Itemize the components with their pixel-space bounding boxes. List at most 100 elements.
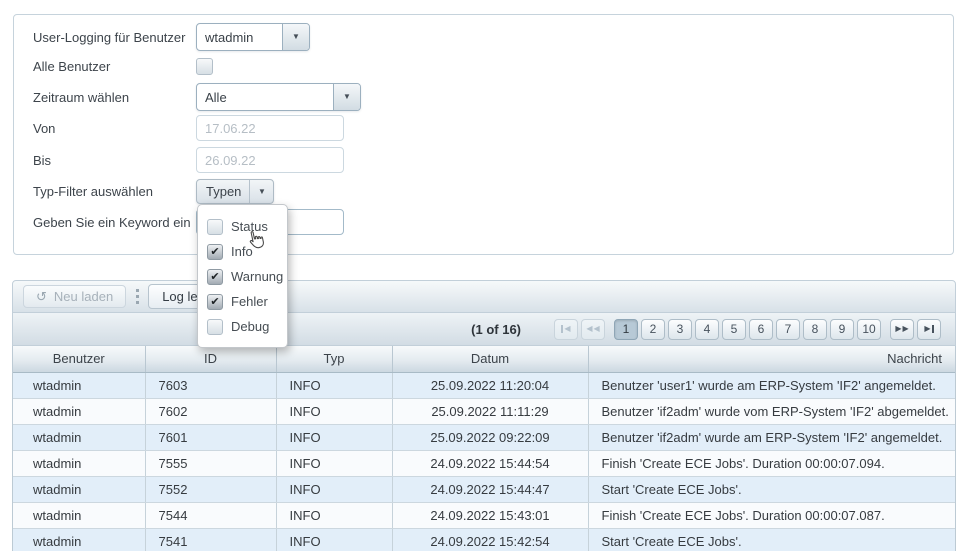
chevron-down-icon: ▼ — [292, 33, 300, 41]
cell-typ: INFO — [276, 398, 392, 424]
column-header-benutzer[interactable]: Benutzer — [13, 346, 145, 372]
user-dropdown-value: wtadmin — [197, 24, 282, 50]
page-button-2[interactable]: 2 — [641, 319, 665, 340]
bis-label: Bis — [33, 153, 196, 168]
page-button-10[interactable]: 10 — [857, 319, 881, 340]
info-checkbox[interactable]: ✔ — [207, 244, 223, 260]
cell-datum: 25.09.2022 11:11:29 — [392, 398, 588, 424]
zeitraum-dropdown-value: Alle — [197, 84, 333, 110]
table-row[interactable]: wtadmin 7544 INFO 24.09.2022 15:43:01 Fi… — [13, 502, 955, 528]
form-row-typ-filter: Typ-Filter auswählen Typen ▼ — [33, 179, 943, 204]
cell-nachricht: Start 'Create ECE Jobs'. — [588, 528, 955, 551]
column-header-id[interactable]: ID — [145, 346, 276, 372]
check-icon: ✔ — [210, 295, 219, 308]
menu-item-label: Debug — [231, 319, 269, 334]
von-label: Von — [33, 121, 196, 136]
page-button-4[interactable]: 4 — [695, 319, 719, 340]
cell-datum: 24.09.2022 15:44:47 — [392, 476, 588, 502]
page-button-1[interactable]: 1 — [614, 319, 638, 340]
status-checkbox[interactable]: ✔ — [207, 219, 223, 235]
cell-benutzer: wtadmin — [13, 424, 145, 450]
page-button-7[interactable]: 7 — [776, 319, 800, 340]
cell-id: 7603 — [145, 372, 276, 398]
next-page-icon: ▶▶ — [895, 325, 908, 333]
cell-nachricht: Benutzer 'if2adm' wurde vom ERP-System '… — [588, 398, 955, 424]
cell-datum: 24.09.2022 15:42:54 — [392, 528, 588, 551]
typ-filter-trigger[interactable]: ▼ — [249, 180, 273, 203]
cell-typ: INFO — [276, 424, 392, 450]
cell-id: 7555 — [145, 450, 276, 476]
page-button-9[interactable]: 9 — [830, 319, 854, 340]
toolbar-separator — [136, 289, 139, 304]
menu-item-label: Fehler — [231, 294, 268, 309]
zeitraum-label: Zeitraum wählen — [33, 90, 196, 105]
table-row[interactable]: wtadmin 7552 INFO 24.09.2022 15:44:47 St… — [13, 476, 955, 502]
form-row-bis: Bis — [33, 147, 943, 173]
debug-checkbox[interactable]: ✔ — [207, 319, 223, 335]
von-date-input — [196, 115, 344, 141]
table-row[interactable]: wtadmin 7555 INFO 24.09.2022 15:44:54 Fi… — [13, 450, 955, 476]
keyword-label: Geben Sie ein Keyword ein — [33, 215, 196, 230]
form-row-alle-benutzer: Alle Benutzer ✔ — [33, 57, 943, 75]
last-page-icon: ▶ — [924, 325, 933, 333]
menu-item-debug[interactable]: ✔ Debug — [207, 314, 287, 339]
warnung-checkbox[interactable]: ✔ — [207, 269, 223, 285]
check-icon: ✔ — [210, 245, 219, 258]
check-icon: ✔ — [210, 270, 219, 283]
typ-filter-label: Typ-Filter auswählen — [33, 184, 196, 199]
cell-id: 7602 — [145, 398, 276, 424]
column-header-typ[interactable]: Typ — [276, 346, 392, 372]
paginator-status: (1 of 16) — [471, 322, 521, 337]
page-button-3[interactable]: 3 — [668, 319, 692, 340]
form-row-von: Von — [33, 115, 943, 141]
cell-nachricht: Start 'Create ECE Jobs'. — [588, 476, 955, 502]
cell-benutzer: wtadmin — [13, 398, 145, 424]
hand-cursor-icon — [245, 229, 268, 257]
paginator: (1 of 16) ◀ ◀◀ 1 2 3 4 5 6 7 8 9 10 ▶▶ ▶ — [12, 313, 956, 346]
cell-id: 7544 — [145, 502, 276, 528]
user-logging-filter-panel: User-Logging für Benutzer wtadmin ▼ Alle… — [13, 14, 954, 255]
page-button-5[interactable]: 5 — [722, 319, 746, 340]
zeitraum-dropdown-trigger[interactable]: ▼ — [333, 84, 360, 110]
menu-item-fehler[interactable]: ✔ Fehler — [207, 289, 287, 314]
column-header-nachricht[interactable]: Nachricht — [588, 346, 955, 372]
zeitraum-dropdown[interactable]: Alle ▼ — [196, 83, 361, 111]
page-button-8[interactable]: 8 — [803, 319, 827, 340]
menu-item-label: Warnung — [231, 269, 283, 284]
table-row[interactable]: wtadmin 7603 INFO 25.09.2022 11:20:04 Be… — [13, 372, 955, 398]
cell-datum: 24.09.2022 15:43:01 — [392, 502, 588, 528]
next-page-button[interactable]: ▶▶ — [890, 319, 914, 340]
cell-datum: 25.09.2022 11:20:04 — [392, 372, 588, 398]
cell-typ: INFO — [276, 450, 392, 476]
typ-filter-multiselect[interactable]: Typen ▼ — [196, 179, 274, 204]
table-row[interactable]: wtadmin 7601 INFO 25.09.2022 09:22:09 Be… — [13, 424, 955, 450]
table-row[interactable]: wtadmin 7602 INFO 25.09.2022 11:11:29 Be… — [13, 398, 955, 424]
user-logging-label: User-Logging für Benutzer — [33, 30, 196, 45]
reload-button: ↺ Neu laden — [23, 285, 126, 308]
alle-benutzer-label: Alle Benutzer — [33, 59, 196, 74]
table-header-row: Benutzer ID Typ Datum Nachricht — [13, 346, 955, 372]
chevron-down-icon: ▼ — [343, 93, 351, 101]
cell-id: 7552 — [145, 476, 276, 502]
cell-typ: INFO — [276, 502, 392, 528]
fehler-checkbox[interactable]: ✔ — [207, 294, 223, 310]
table-row[interactable]: wtadmin 7541 INFO 24.09.2022 15:42:54 St… — [13, 528, 955, 551]
cell-nachricht: Benutzer 'if2adm' wurde am ERP-System 'I… — [588, 424, 955, 450]
cell-nachricht: Finish 'Create ECE Jobs'. Duration 00:00… — [588, 450, 955, 476]
page-button-6[interactable]: 6 — [749, 319, 773, 340]
user-dropdown[interactable]: wtadmin ▼ — [196, 23, 310, 51]
cell-benutzer: wtadmin — [13, 372, 145, 398]
user-dropdown-trigger[interactable]: ▼ — [282, 24, 309, 50]
cell-datum: 25.09.2022 09:22:09 — [392, 424, 588, 450]
refresh-icon: ↺ — [36, 290, 47, 303]
menu-item-warnung[interactable]: ✔ Warnung — [207, 264, 287, 289]
log-toolbar: ↺ Neu laden Log lee — [12, 280, 956, 313]
alle-benutzer-checkbox[interactable]: ✔ — [196, 58, 213, 75]
column-header-datum[interactable]: Datum — [392, 346, 588, 372]
prev-page-icon: ◀◀ — [586, 325, 599, 333]
last-page-button[interactable]: ▶ — [917, 319, 941, 340]
cell-benutzer: wtadmin — [13, 502, 145, 528]
log-table: Benutzer ID Typ Datum Nachricht wtadmin … — [13, 346, 955, 551]
form-row-zeitraum: Zeitraum wählen Alle ▼ — [33, 83, 943, 111]
cell-id: 7601 — [145, 424, 276, 450]
